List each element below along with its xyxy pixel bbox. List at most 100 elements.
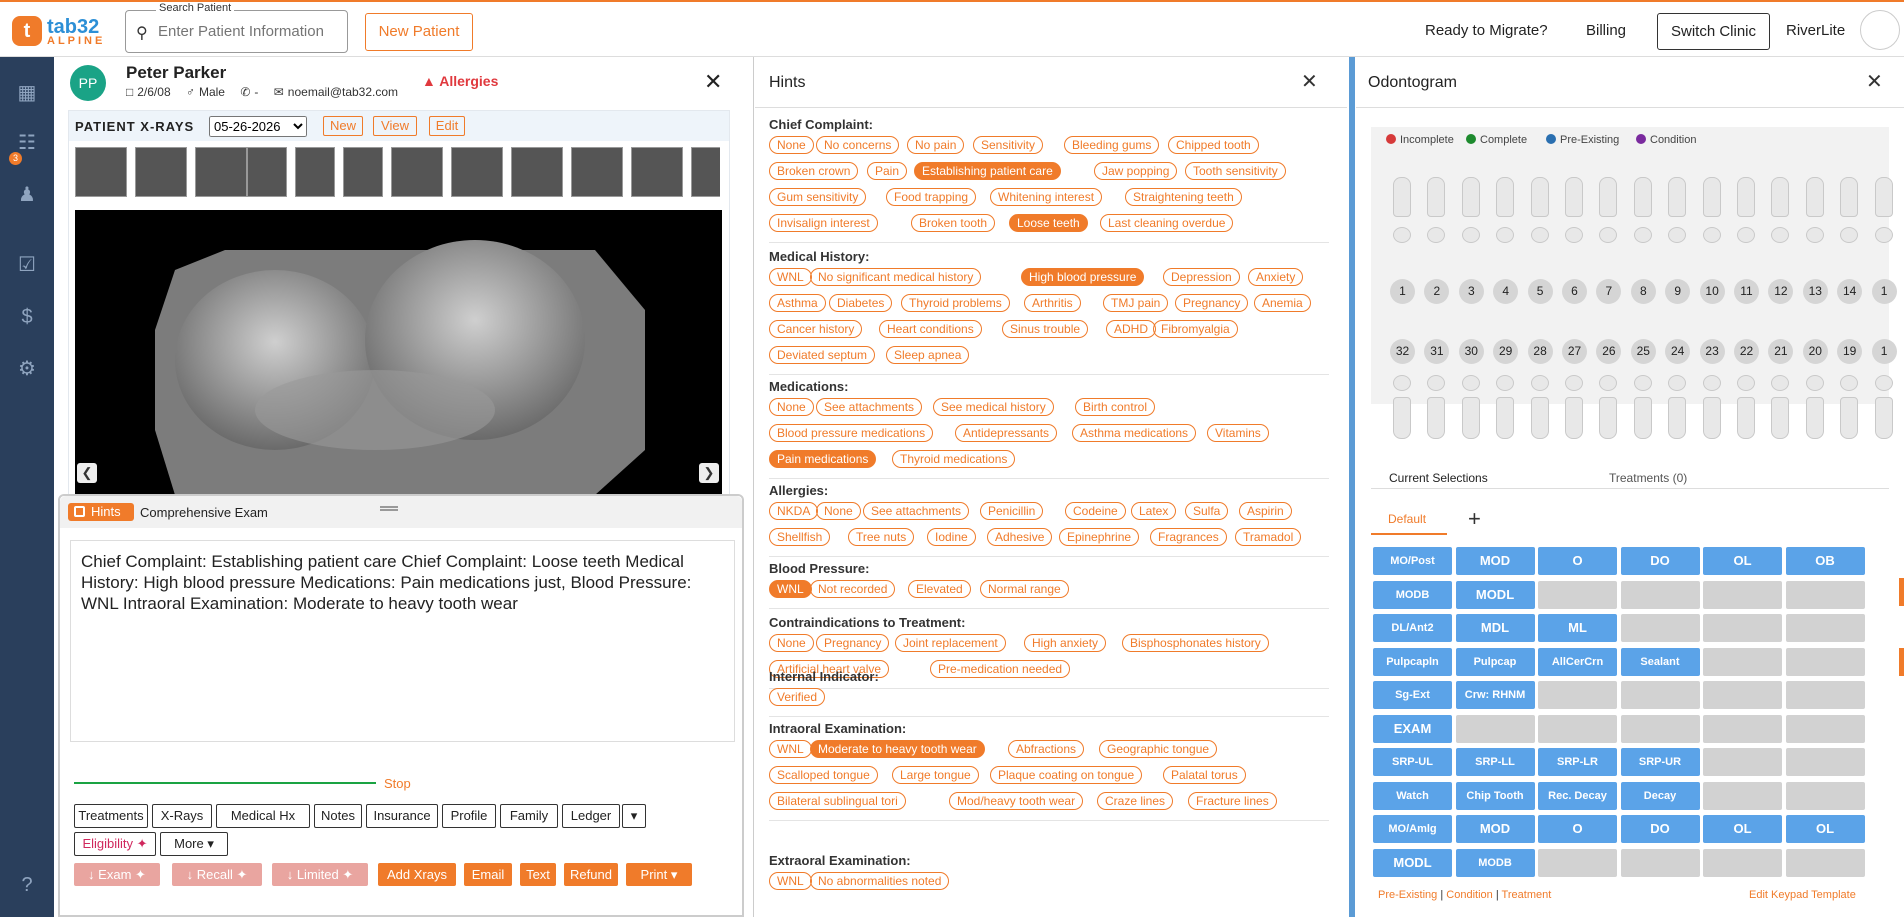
pre-existing-link[interactable]: Pre-Existing	[1378, 889, 1437, 901]
exam-ai-button[interactable]: ↓ Exam ✦	[74, 863, 160, 886]
tooth-number[interactable]: 32	[1390, 339, 1415, 364]
keypad-button[interactable]: MO/Amlg	[1373, 815, 1452, 843]
hint-chip[interactable]: WNL	[769, 268, 812, 286]
upper-tooth[interactable]	[1633, 177, 1652, 217]
hints-toggle[interactable]: Hints	[68, 503, 134, 521]
hint-chip[interactable]: Jaw popping	[1094, 162, 1178, 180]
patients-icon[interactable]: ♟	[15, 183, 39, 207]
upper-tooth[interactable]	[1461, 177, 1480, 217]
hint-chip[interactable]: Heart conditions	[879, 320, 982, 338]
keypad-button[interactable]: Decay	[1620, 781, 1700, 810]
upper-tooth-crown[interactable]	[1737, 227, 1755, 243]
hint-chip[interactable]: Sleep apnea	[886, 346, 970, 364]
tooth-number[interactable]: 11	[1734, 279, 1759, 304]
xray-new-button[interactable]: New	[323, 116, 363, 136]
hint-chip[interactable]: Adhesive	[987, 528, 1053, 546]
hint-chip[interactable]: Antidepressants	[955, 424, 1058, 442]
lower-tooth-crown[interactable]	[1874, 375, 1893, 391]
tabs-dropdown-chevron-icon[interactable]: ▾	[622, 804, 646, 828]
hint-chip[interactable]: WNL	[769, 580, 812, 598]
hint-chip[interactable]: Blood pressure medications	[769, 424, 934, 442]
lower-tooth-crown[interactable]	[1565, 375, 1583, 391]
tooth-number[interactable]: 6	[1562, 279, 1587, 304]
lower-tooth-crown[interactable]	[1530, 375, 1549, 391]
upper-tooth[interactable]	[1599, 177, 1618, 217]
keypad-button[interactable]: AllCerCrn	[1538, 647, 1617, 676]
tooth-number[interactable]: 30	[1458, 339, 1484, 364]
tab-profile[interactable]: Profile	[442, 804, 496, 828]
lower-tooth-crown[interactable]	[1737, 375, 1755, 391]
upper-tooth-crown[interactable]	[1633, 227, 1652, 243]
hint-chip[interactable]: WNL	[769, 740, 812, 758]
lower-tooth-crown[interactable]	[1461, 375, 1480, 391]
patient-name[interactable]: Peter Parker	[126, 63, 226, 83]
tooth-number[interactable]: 10	[1699, 279, 1725, 304]
hint-chip[interactable]: Geographic tongue	[1099, 740, 1218, 758]
hint-chip[interactable]: Tree nuts	[848, 528, 915, 546]
xray-thumbnail[interactable]	[571, 147, 623, 197]
hint-chip[interactable]: Straightening teeth	[1125, 188, 1242, 206]
gear-icon[interactable]: ⚙	[15, 357, 39, 381]
hint-chip[interactable]: Bisphosphonates history	[1122, 634, 1269, 652]
hint-chip[interactable]: Broken crown	[769, 162, 859, 180]
billing-link[interactable]: Billing	[1586, 22, 1626, 39]
print-button[interactable]: Print ▾	[626, 863, 692, 886]
lower-tooth[interactable]	[1461, 397, 1480, 439]
upper-tooth[interactable]	[1840, 177, 1859, 217]
edit-keypad-template-link[interactable]: Edit Keypad Template	[1749, 889, 1856, 901]
eligibility-button[interactable]: Eligibility ✦	[74, 832, 156, 856]
hint-chip[interactable]: Codeine	[1065, 502, 1126, 520]
upper-tooth-crown[interactable]	[1874, 227, 1893, 243]
hint-chip[interactable]: Verified	[769, 688, 826, 706]
tooth-number[interactable]: 25	[1630, 339, 1656, 364]
keypad-button[interactable]: MOD	[1455, 815, 1535, 843]
xray-next-arrow-icon[interactable]: ❯	[699, 463, 719, 483]
hint-chip[interactable]: Fragrances	[1150, 528, 1227, 546]
hint-chip[interactable]: None	[769, 136, 814, 154]
allergies-alert[interactable]: ▲ Allergies	[422, 73, 498, 89]
hint-chip[interactable]: Palatal torus	[1163, 766, 1246, 784]
hint-chip[interactable]: Broken tooth	[911, 214, 996, 232]
lower-tooth-crown[interactable]	[1805, 375, 1824, 391]
keypad-button[interactable]: MO/Post	[1373, 547, 1452, 575]
hint-chip[interactable]: Loose teeth	[1009, 214, 1088, 232]
hint-chip[interactable]: Pregnancy	[1175, 294, 1249, 312]
xray-view-button[interactable]: View	[373, 116, 417, 136]
hint-chip[interactable]: Arthritis	[1024, 294, 1081, 312]
hint-chip[interactable]: NKDA	[769, 502, 819, 520]
add-xrays-button[interactable]: Add Xrays	[378, 863, 456, 886]
lower-tooth[interactable]	[1599, 397, 1618, 439]
condition-link[interactable]: Condition	[1446, 889, 1492, 901]
upper-tooth-crown[interactable]	[1702, 227, 1721, 243]
xray-thumbnail[interactable]	[75, 147, 127, 197]
hint-chip[interactable]: See attachments	[816, 398, 923, 416]
search-input[interactable]	[158, 23, 338, 40]
hint-chip[interactable]: Epinephrine	[1059, 528, 1140, 546]
xray-date-select[interactable]: 05-26-2026	[209, 116, 307, 137]
user-avatar[interactable]	[1860, 10, 1900, 50]
hint-chip[interactable]: None	[769, 634, 814, 652]
lower-tooth[interactable]	[1427, 397, 1446, 439]
hint-chip[interactable]: Large tongue	[892, 766, 979, 784]
hint-chip[interactable]: Latex	[1131, 502, 1177, 520]
xray-thumbnail[interactable]	[511, 147, 563, 197]
lower-tooth[interactable]	[1771, 397, 1790, 439]
hint-chip[interactable]: See medical history	[933, 398, 1054, 416]
xray-thumbnail[interactable]	[343, 147, 383, 197]
treatment-link[interactable]: Treatment	[1502, 889, 1552, 901]
upper-tooth[interactable]	[1702, 177, 1721, 217]
upper-tooth[interactable]	[1565, 177, 1583, 217]
hint-chip[interactable]: Establishing patient care	[914, 162, 1061, 180]
add-tab-icon[interactable]: +	[1468, 506, 1481, 532]
tab-current-selections[interactable]: Current Selections	[1389, 471, 1488, 485]
keypad-button[interactable]: Sg-Ext	[1373, 681, 1452, 709]
upper-tooth[interactable]	[1427, 177, 1446, 217]
tab-xrays[interactable]: X-Rays	[152, 804, 212, 828]
hint-chip[interactable]: Scalloped tongue	[769, 766, 878, 784]
hint-chip[interactable]: Vitamins	[1207, 424, 1269, 442]
upper-tooth[interactable]	[1737, 177, 1755, 217]
hint-chip[interactable]: Diabetes	[829, 294, 893, 312]
upper-tooth-crown[interactable]	[1565, 227, 1583, 243]
keypad-button[interactable]: O	[1538, 815, 1617, 843]
hint-chip[interactable]: None	[769, 398, 814, 416]
